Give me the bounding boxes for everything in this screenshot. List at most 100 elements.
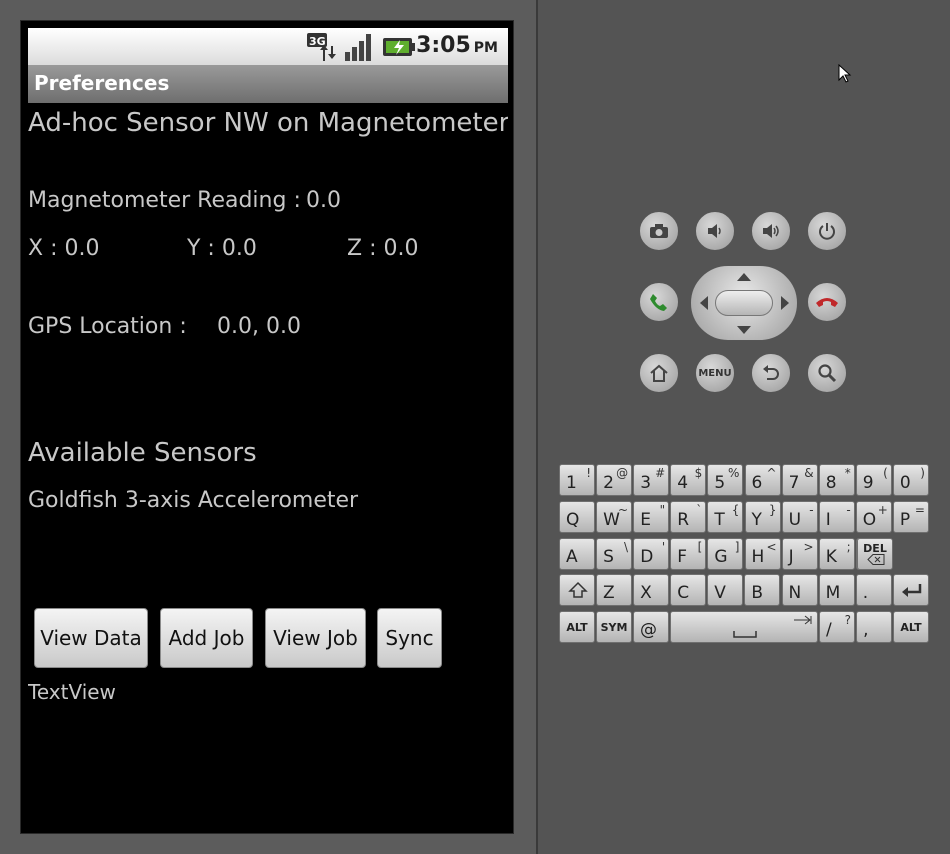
volume-down-icon[interactable] xyxy=(695,211,735,251)
end-call-icon[interactable] xyxy=(807,282,847,322)
3g-icon: 3G xyxy=(307,33,336,61)
dpad-center-button[interactable] xyxy=(715,290,773,316)
key-enter[interactable] xyxy=(893,574,929,606)
view-job-button[interactable]: View Job xyxy=(265,608,366,668)
key-9[interactable]: 9( xyxy=(855,464,892,496)
key-p[interactable]: P = xyxy=(892,501,929,533)
key-4[interactable]: 4 $ xyxy=(670,464,707,496)
key-d[interactable]: D ' xyxy=(633,538,670,570)
key-a[interactable]: A xyxy=(559,538,595,570)
key-shift[interactable] xyxy=(559,574,595,606)
key-alt-label: < xyxy=(766,540,777,554)
key-alt-label: ` xyxy=(696,503,703,517)
camera-icon[interactable] xyxy=(639,211,679,251)
key-main-label: S xyxy=(603,547,614,567)
key-5[interactable]: 5% xyxy=(707,464,744,496)
key-main-label: B xyxy=(751,583,764,603)
dpad-up-icon[interactable] xyxy=(737,273,751,281)
key-3[interactable]: 3 # xyxy=(633,464,670,496)
key-alt-label: $ xyxy=(694,466,703,480)
menu-button[interactable]: MENU xyxy=(695,353,735,393)
key-1[interactable]: 1! xyxy=(559,464,595,496)
key-n[interactable]: N xyxy=(781,574,818,606)
home-icon[interactable] xyxy=(639,353,679,393)
title-bar: Preferences xyxy=(28,65,508,103)
key-6[interactable]: 6 ^ xyxy=(744,464,781,496)
key-alt-label: ] xyxy=(734,540,740,554)
key-main-label: V xyxy=(714,583,726,603)
power-icon[interactable] xyxy=(807,211,847,251)
key-7[interactable]: 7 & xyxy=(781,464,818,496)
alt-label: ALT xyxy=(900,621,922,634)
key-main-label: Y xyxy=(751,510,762,530)
key-comma[interactable]: , xyxy=(856,611,893,643)
key-sym[interactable]: SYM xyxy=(596,611,632,643)
key-j[interactable]: J > xyxy=(781,538,818,570)
key-space[interactable] xyxy=(670,611,818,643)
dpad[interactable] xyxy=(690,265,798,341)
status-bar: 3G 3:05 PM xyxy=(28,28,508,65)
add-job-button[interactable]: Add Job xyxy=(160,608,253,668)
back-icon[interactable] xyxy=(751,353,791,393)
key-main-label: 4 xyxy=(677,473,689,493)
key-main-label: G xyxy=(714,547,728,567)
key-2[interactable]: 2 @ xyxy=(596,464,633,496)
key-8[interactable]: 8 * xyxy=(818,464,855,496)
sensor-name: Goldfish 3-axis Accelerometer xyxy=(28,488,359,513)
key-u[interactable]: U- xyxy=(781,501,818,533)
key-alt-label: { xyxy=(731,503,740,517)
call-icon[interactable] xyxy=(639,282,679,322)
key-del[interactable]: DEL xyxy=(857,538,893,570)
key-o[interactable]: O + xyxy=(855,501,892,533)
key-t[interactable]: T{ xyxy=(707,501,744,533)
key-q[interactable]: Q xyxy=(559,501,595,533)
key-main-label: K xyxy=(825,547,837,567)
key-main-label: 7 xyxy=(788,473,800,493)
view-data-button[interactable]: View Data xyxy=(34,608,148,668)
key-i[interactable]: I- xyxy=(818,501,855,533)
mouse-cursor-icon xyxy=(838,64,852,83)
key-main-label: / xyxy=(826,620,832,640)
key-main-label: D xyxy=(640,547,654,567)
key-s[interactable]: S \ xyxy=(596,538,633,570)
key-f[interactable]: F[ xyxy=(670,538,707,570)
key-w[interactable]: W ~ xyxy=(596,501,633,533)
key-at[interactable]: @ xyxy=(633,611,669,643)
key-b[interactable]: B xyxy=(744,574,781,606)
key-alt-label: } xyxy=(768,503,777,517)
search-icon[interactable] xyxy=(807,353,847,393)
key-g[interactable]: G] xyxy=(707,538,744,570)
key-h[interactable]: H < xyxy=(744,538,781,570)
key-slash[interactable]: /? xyxy=(819,611,855,643)
key-main-label: I xyxy=(825,510,831,530)
key-alt-right[interactable]: ALT xyxy=(893,611,929,643)
key-r[interactable]: R ` xyxy=(670,501,707,533)
key-alt-label: + xyxy=(877,503,888,517)
window-title: Preferences xyxy=(34,71,170,95)
key-c[interactable]: C xyxy=(670,574,707,606)
key-m[interactable]: M xyxy=(818,574,855,606)
key-main-label: A xyxy=(566,547,578,567)
key-v[interactable]: V xyxy=(707,574,744,606)
key-e[interactable]: E " xyxy=(633,501,670,533)
dpad-down-icon[interactable] xyxy=(737,326,751,334)
app-heading: Ad-hoc Sensor NW on Magnetometer xyxy=(28,108,508,138)
key-alt-label: ~ xyxy=(618,503,629,517)
key-0[interactable]: 0) xyxy=(892,464,929,496)
magnetometer-reading-value: 0.0 xyxy=(306,188,341,213)
key-alt-left[interactable]: ALT xyxy=(559,611,595,643)
magnetometer-reading-label: Magnetometer Reading : xyxy=(28,188,301,213)
key-z[interactable]: Z xyxy=(596,574,632,606)
key-period[interactable]: . xyxy=(855,574,892,606)
device-frame: 3G 3:05 PM Preferences Ad-hoc Sensor NW … xyxy=(20,20,514,834)
gps-label: GPS Location : xyxy=(28,314,187,339)
dpad-left-icon[interactable] xyxy=(700,296,708,310)
volume-up-icon[interactable] xyxy=(751,211,791,251)
key-y[interactable]: Y} xyxy=(744,501,781,533)
dpad-right-icon[interactable] xyxy=(781,296,789,310)
key-x[interactable]: X xyxy=(633,574,670,606)
key-alt-label: & xyxy=(804,466,814,480)
key-k[interactable]: K; xyxy=(818,538,855,570)
key-main-label: M xyxy=(825,583,841,603)
sync-button[interactable]: Sync xyxy=(377,608,442,668)
